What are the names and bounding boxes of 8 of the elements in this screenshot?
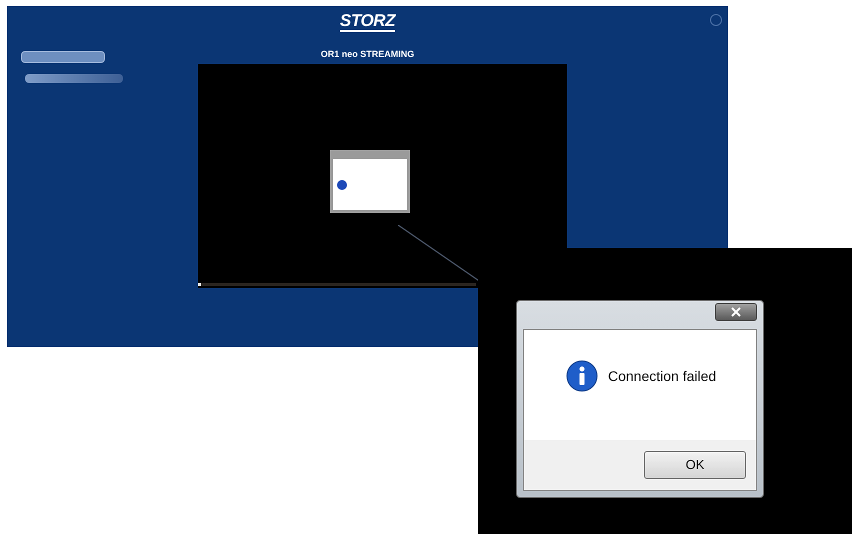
ok-button[interactable]: OK bbox=[644, 451, 746, 479]
dropdown-field[interactable] bbox=[25, 74, 123, 83]
stream-title: OR1 neo STREAMING bbox=[320, 50, 414, 59]
logo: STORZ bbox=[340, 12, 396, 32]
close-icon bbox=[731, 307, 741, 317]
close-button[interactable] bbox=[715, 303, 757, 321]
control-button[interactable] bbox=[21, 51, 105, 63]
error-message: Connection failed bbox=[608, 366, 716, 386]
